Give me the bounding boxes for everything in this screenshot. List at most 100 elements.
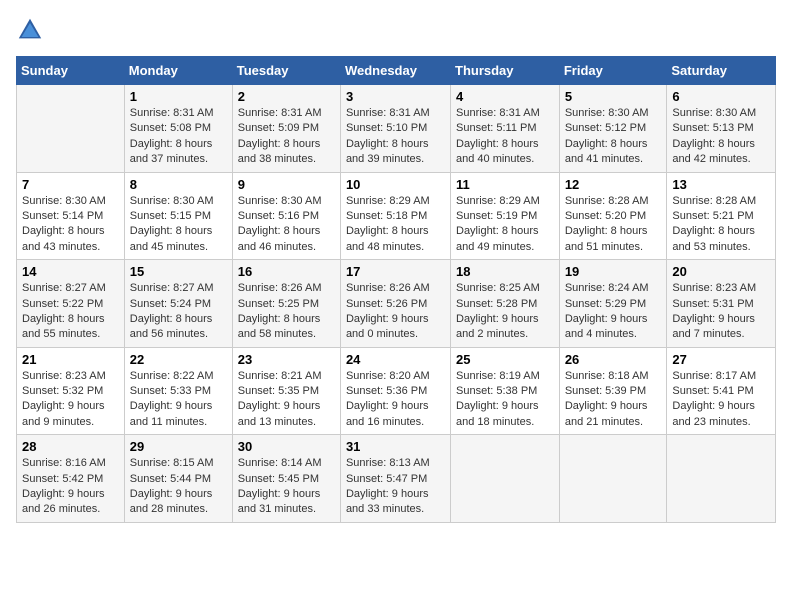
day-number: 6 [672, 89, 770, 104]
day-number: 4 [456, 89, 554, 104]
page-header [16, 16, 776, 44]
day-number: 15 [130, 264, 227, 279]
calendar-cell: 15 Sunrise: 8:27 AM Sunset: 5:24 PM Dayli… [124, 260, 232, 348]
day-number: 16 [238, 264, 335, 279]
calendar-cell: 7 Sunrise: 8:30 AM Sunset: 5:14 PM Daylig… [17, 172, 125, 260]
calendar-cell: 31 Sunrise: 8:13 AM Sunset: 5:47 PM Dayli… [340, 435, 450, 523]
day-number: 22 [130, 352, 227, 367]
calendar-cell: 6 Sunrise: 8:30 AM Sunset: 5:13 PM Daylig… [667, 85, 776, 173]
day-info: Sunrise: 8:18 AM Sunset: 5:39 PM Dayligh… [565, 369, 662, 431]
day-info: Sunrise: 8:28 AM Sunset: 5:21 PM Dayligh… [672, 194, 770, 256]
day-info: Sunrise: 8:25 AM Sunset: 5:28 PM Dayligh… [456, 281, 554, 343]
calendar-cell: 13 Sunrise: 8:28 AM Sunset: 5:21 PM Dayli… [667, 172, 776, 260]
day-info: Sunrise: 8:26 AM Sunset: 5:25 PM Dayligh… [238, 281, 335, 343]
day-info: Sunrise: 8:19 AM Sunset: 5:38 PM Dayligh… [456, 369, 554, 431]
day-number: 17 [346, 264, 445, 279]
day-number: 8 [130, 177, 227, 192]
weekday-header-friday: Friday [559, 57, 667, 85]
calendar-cell: 2 Sunrise: 8:31 AM Sunset: 5:09 PM Daylig… [232, 85, 340, 173]
calendar-cell: 16 Sunrise: 8:26 AM Sunset: 5:25 PM Dayli… [232, 260, 340, 348]
day-number: 13 [672, 177, 770, 192]
day-number: 28 [22, 439, 119, 454]
calendar-cell: 23Sunrise: 8:21 AM Sunset: 5:35 PM Dayli… [232, 347, 340, 435]
day-number: 29 [130, 439, 227, 454]
calendar-week-1: 1Sunrise: 8:31 AM Sunset: 5:08 PM Daylig… [17, 85, 776, 173]
day-number: 24 [346, 352, 445, 367]
calendar-cell: 12 Sunrise: 8:28 AM Sunset: 5:20 PM Dayli… [559, 172, 667, 260]
calendar-cell [559, 435, 667, 523]
day-number: 19 [565, 264, 662, 279]
day-number: 30 [238, 439, 335, 454]
calendar-cell: 5 Sunrise: 8:30 AM Sunset: 5:12 PM Daylig… [559, 85, 667, 173]
calendar-cell: 19Sunrise: 8:24 AM Sunset: 5:29 PM Dayli… [559, 260, 667, 348]
calendar-cell: 21 Sunrise: 8:23 AM Sunset: 5:32 PM Dayli… [17, 347, 125, 435]
day-info: Sunrise: 8:13 AM Sunset: 5:47 PM Dayligh… [346, 456, 445, 518]
day-info: Sunrise: 8:26 AM Sunset: 5:26 PM Dayligh… [346, 281, 445, 343]
day-info: Sunrise: 8:30 AM Sunset: 5:12 PM Dayligh… [565, 106, 662, 168]
calendar-cell: 28 Sunrise: 8:16 AM Sunset: 5:42 PM Dayli… [17, 435, 125, 523]
calendar-cell [17, 85, 125, 173]
day-number: 14 [22, 264, 119, 279]
day-number: 10 [346, 177, 445, 192]
day-number: 18 [456, 264, 554, 279]
day-info: Sunrise: 8:17 AM Sunset: 5:41 PM Dayligh… [672, 369, 770, 431]
weekday-header-monday: Monday [124, 57, 232, 85]
day-info: Sunrise: 8:30 AM Sunset: 5:15 PM Dayligh… [130, 194, 227, 256]
calendar-cell: 17 Sunrise: 8:26 AM Sunset: 5:26 PM Dayli… [340, 260, 450, 348]
day-number: 27 [672, 352, 770, 367]
calendar-cell: 30 Sunrise: 8:14 AM Sunset: 5:45 PM Dayli… [232, 435, 340, 523]
day-info: Sunrise: 8:20 AM Sunset: 5:36 PM Dayligh… [346, 369, 445, 431]
calendar-cell: 24 Sunrise: 8:20 AM Sunset: 5:36 PM Dayli… [340, 347, 450, 435]
day-number: 5 [565, 89, 662, 104]
day-info: Sunrise: 8:30 AM Sunset: 5:13 PM Dayligh… [672, 106, 770, 168]
calendar-cell: 9 Sunrise: 8:30 AM Sunset: 5:16 PM Daylig… [232, 172, 340, 260]
calendar-week-5: 28 Sunrise: 8:16 AM Sunset: 5:42 PM Dayli… [17, 435, 776, 523]
calendar-table: SundayMondayTuesdayWednesdayThursdayFrid… [16, 56, 776, 523]
calendar-cell: 4Sunrise: 8:31 AM Sunset: 5:11 PM Daylig… [451, 85, 560, 173]
day-info: Sunrise: 8:30 AM Sunset: 5:16 PM Dayligh… [238, 194, 335, 256]
day-info: Sunrise: 8:27 AM Sunset: 5:22 PM Dayligh… [22, 281, 119, 343]
calendar-cell [667, 435, 776, 523]
day-info: Sunrise: 8:28 AM Sunset: 5:20 PM Dayligh… [565, 194, 662, 256]
calendar-cell: 22 Sunrise: 8:22 AM Sunset: 5:33 PM Dayli… [124, 347, 232, 435]
calendar-cell: 27 Sunrise: 8:17 AM Sunset: 5:41 PM Dayli… [667, 347, 776, 435]
day-number: 20 [672, 264, 770, 279]
calendar-cell: 3Sunrise: 8:31 AM Sunset: 5:10 PM Daylig… [340, 85, 450, 173]
day-number: 12 [565, 177, 662, 192]
day-info: Sunrise: 8:14 AM Sunset: 5:45 PM Dayligh… [238, 456, 335, 518]
calendar-cell: 8 Sunrise: 8:30 AM Sunset: 5:15 PM Daylig… [124, 172, 232, 260]
day-number: 9 [238, 177, 335, 192]
calendar-week-2: 7 Sunrise: 8:30 AM Sunset: 5:14 PM Daylig… [17, 172, 776, 260]
calendar-cell: 18 Sunrise: 8:25 AM Sunset: 5:28 PM Dayli… [451, 260, 560, 348]
day-info: Sunrise: 8:27 AM Sunset: 5:24 PM Dayligh… [130, 281, 227, 343]
day-number: 2 [238, 89, 335, 104]
calendar-cell: 26Sunrise: 8:18 AM Sunset: 5:39 PM Dayli… [559, 347, 667, 435]
calendar-cell: 29 Sunrise: 8:15 AM Sunset: 5:44 PM Dayli… [124, 435, 232, 523]
day-info: Sunrise: 8:31 AM Sunset: 5:08 PM Dayligh… [130, 106, 227, 168]
calendar-cell: 20Sunrise: 8:23 AM Sunset: 5:31 PM Dayli… [667, 260, 776, 348]
day-info: Sunrise: 8:22 AM Sunset: 5:33 PM Dayligh… [130, 369, 227, 431]
day-info: Sunrise: 8:29 AM Sunset: 5:18 PM Dayligh… [346, 194, 445, 256]
day-info: Sunrise: 8:31 AM Sunset: 5:09 PM Dayligh… [238, 106, 335, 168]
calendar-week-3: 14 Sunrise: 8:27 AM Sunset: 5:22 PM Dayli… [17, 260, 776, 348]
calendar-cell: 11Sunrise: 8:29 AM Sunset: 5:19 PM Dayli… [451, 172, 560, 260]
day-info: Sunrise: 8:16 AM Sunset: 5:42 PM Dayligh… [22, 456, 119, 518]
day-number: 25 [456, 352, 554, 367]
calendar-week-4: 21 Sunrise: 8:23 AM Sunset: 5:32 PM Dayli… [17, 347, 776, 435]
day-info: Sunrise: 8:21 AM Sunset: 5:35 PM Dayligh… [238, 369, 335, 431]
day-info: Sunrise: 8:30 AM Sunset: 5:14 PM Dayligh… [22, 194, 119, 256]
day-number: 3 [346, 89, 445, 104]
day-number: 7 [22, 177, 119, 192]
calendar-cell [451, 435, 560, 523]
logo [16, 16, 48, 44]
day-number: 31 [346, 439, 445, 454]
weekday-header-wednesday: Wednesday [340, 57, 450, 85]
day-info: Sunrise: 8:15 AM Sunset: 5:44 PM Dayligh… [130, 456, 227, 518]
day-info: Sunrise: 8:23 AM Sunset: 5:32 PM Dayligh… [22, 369, 119, 431]
calendar-cell: 1Sunrise: 8:31 AM Sunset: 5:08 PM Daylig… [124, 85, 232, 173]
weekday-header-saturday: Saturday [667, 57, 776, 85]
weekday-header-sunday: Sunday [17, 57, 125, 85]
weekday-header-thursday: Thursday [451, 57, 560, 85]
day-info: Sunrise: 8:29 AM Sunset: 5:19 PM Dayligh… [456, 194, 554, 256]
day-number: 21 [22, 352, 119, 367]
